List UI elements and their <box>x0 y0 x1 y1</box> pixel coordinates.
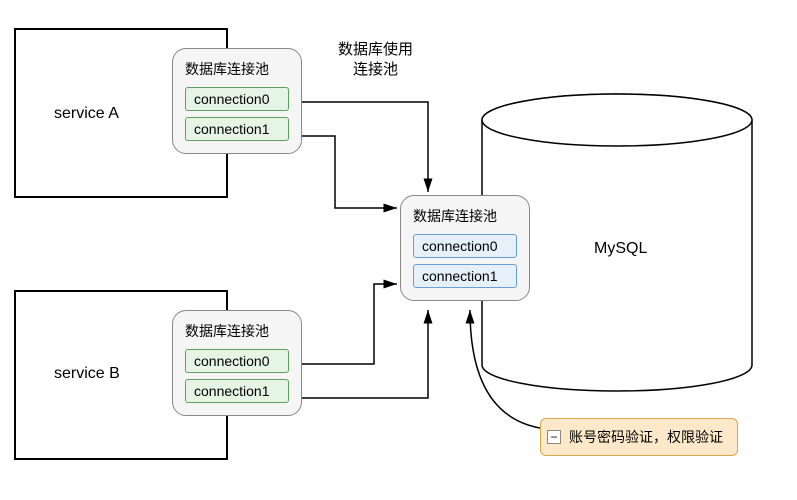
auth-note: − 账号密码验证，权限验证 <box>540 418 738 456</box>
db-use-pool-label-line2: 连接池 <box>353 58 398 79</box>
pool-a: 数据库连接池 connection0 connection1 <box>172 48 302 154</box>
pool-db-conn1: connection1 <box>413 264 517 288</box>
mysql-label: MySQL <box>594 240 647 258</box>
auth-note-text: 账号密码验证，权限验证 <box>569 429 723 445</box>
pool-b: 数据库连接池 connection0 connection1 <box>172 310 302 416</box>
pool-db: 数据库连接池 connection0 connection1 <box>400 195 530 301</box>
pool-db-title: 数据库连接池 <box>413 206 517 226</box>
pool-db-conn0: connection0 <box>413 234 517 258</box>
pool-b-conn1: connection1 <box>185 379 289 403</box>
service-b-label: service B <box>54 365 120 383</box>
db-use-pool-label-line1: 数据库使用 <box>338 38 413 59</box>
pool-b-title: 数据库连接池 <box>185 321 289 341</box>
service-a-label: service A <box>54 105 119 123</box>
pool-a-conn0: connection0 <box>185 87 289 111</box>
pool-b-conn0: connection0 <box>185 349 289 373</box>
collapse-icon: − <box>547 430 561 444</box>
pool-a-conn1: connection1 <box>185 117 289 141</box>
pool-a-title: 数据库连接池 <box>185 59 289 79</box>
